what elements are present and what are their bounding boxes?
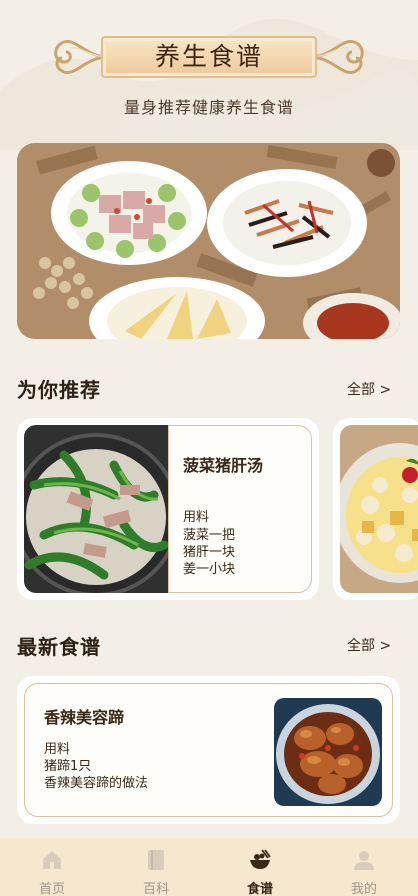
spinach-liver-soup-illustration (24, 425, 168, 593)
recipe-card[interactable]: 香辣美容蹄 用料 猪蹄1只 香辣美容蹄的做法 (17, 676, 400, 824)
latest-more-link[interactable]: 全部 > (347, 635, 391, 655)
recipe-image (274, 698, 382, 806)
pork-trotters-illustration (274, 698, 382, 806)
recipe-info: 菠菜猪肝汤 用料 菠菜一把 猪肝一块 姜一小块 (168, 425, 312, 593)
tab-recipes[interactable]: 食谱 (208, 838, 312, 896)
home-icon (43, 851, 61, 869)
book-icon (148, 850, 164, 870)
tab-label: 首页 (38, 882, 65, 896)
fruit-dessert-illustration (340, 425, 418, 593)
bowl-icon (250, 849, 271, 869)
recipe-card[interactable]: 菠菜猪肝汤 用料 菠菜一把 猪肝一块 姜一小块 (17, 418, 319, 600)
recipe-card[interactable] (333, 418, 418, 600)
hero-image[interactable] (17, 143, 400, 339)
recipe-info: 香辣美容蹄 用料 猪蹄1只 香辣美容蹄的做法 (24, 683, 393, 817)
recipe-image (24, 425, 168, 593)
tab-encyclopedia[interactable]: 百科 (104, 838, 208, 896)
ingredient-item: 姜一小块 (183, 562, 236, 577)
tab-label: 食谱 (246, 882, 273, 896)
page-title: 养生食谱 (154, 42, 263, 71)
recommend-more-link[interactable]: 全部 > (347, 379, 391, 399)
recommend-section-title: 为你推荐 (17, 378, 101, 402)
ingredient-item: 香辣美容蹄的做法 (44, 776, 149, 791)
tab-label: 百科 (142, 882, 169, 896)
tab-profile[interactable]: 我的 (312, 838, 416, 896)
tab-label: 我的 (350, 882, 377, 896)
bottom-tab-bar: 首页 百科 食谱 我的 (0, 838, 418, 896)
ingredients-label: 用料 (183, 510, 210, 525)
herbal-dishes-illustration (17, 143, 400, 339)
page-subtitle: 量身推荐健康养生食谱 (123, 98, 294, 117)
latest-section-title: 最新食谱 (17, 635, 101, 659)
recipe-name: 菠菜猪肝汤 (183, 456, 264, 475)
user-icon (354, 851, 374, 870)
tab-home[interactable]: 首页 (0, 838, 104, 896)
header-banner: 养生食谱 (46, 28, 372, 86)
recipe-name: 香辣美容蹄 (44, 708, 125, 727)
recipe-image (340, 425, 418, 593)
